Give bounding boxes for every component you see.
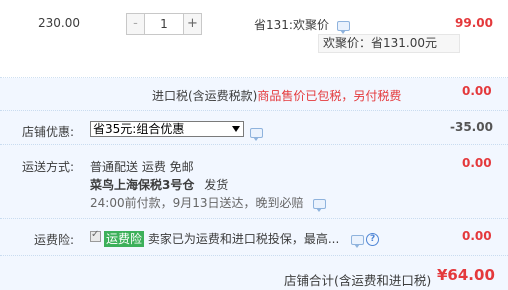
insurance-text: 卖家已为运费和进口税投保，最高...: [147, 232, 340, 246]
unit-price: 230.00: [38, 16, 80, 30]
saving-label: 省131:欢聚价: [254, 16, 350, 34]
warehouse-name: 菜鸟上海保税3号仓: [90, 178, 195, 192]
insurance-badge: 运费险: [104, 231, 145, 247]
chat-icon[interactable]: [336, 20, 350, 34]
promo-selected: 省35元:组合优惠: [93, 122, 185, 136]
chevron-down-icon: [232, 126, 240, 132]
promo-select[interactable]: 省35元:组合优惠: [90, 121, 244, 137]
chat-icon[interactable]: [250, 127, 263, 141]
item-subtotal: 99.00: [455, 16, 493, 30]
saving-text: 省131:欢聚价: [254, 18, 329, 32]
shipping-amount: 0.00: [462, 156, 492, 170]
help-icon[interactable]: ?: [366, 233, 380, 246]
promo-label: 店铺优惠:: [22, 125, 75, 139]
increase-button[interactable]: +: [183, 14, 201, 34]
tax-info: 进口税(含运费税款)商品售价已包税，另付税费: [152, 87, 401, 104]
total-amount: ¥64.00: [437, 266, 495, 284]
quantity-stepper[interactable]: - 1 +: [126, 13, 202, 35]
total-row: [0, 256, 508, 290]
promo-amount: -35.00: [450, 120, 493, 134]
shipping-origin: 菜鸟上海保税3号仓 发货: [90, 176, 228, 193]
tax-label: 进口税(含运费税款): [152, 89, 258, 103]
insurance-label: 运费险:: [34, 233, 75, 247]
decrease-button[interactable]: -: [127, 14, 145, 34]
tax-note: 商品售价已包税，另付税费: [257, 89, 402, 103]
shipping-eta: 24:00前付款，9月13日送达，晚到必赔: [90, 194, 327, 212]
insurance-info: 运费险 卖家已为运费和进口税投保，最高... ?: [104, 230, 380, 248]
chat-icon[interactable]: [313, 198, 327, 212]
insurance-checkbox[interactable]: [90, 229, 101, 242]
insurance-amount: 0.00: [462, 229, 492, 243]
tax-amount: 0.00: [462, 84, 492, 98]
dispatch-text: 发货: [204, 178, 229, 192]
shipping-label: 运送方式:: [22, 160, 75, 174]
chat-icon[interactable]: [351, 234, 365, 248]
price-tooltip: 欢聚价：省131.00元: [318, 34, 460, 53]
quantity-input[interactable]: 1: [145, 14, 183, 34]
total-label: 店铺合计(含运费和进口税): [284, 273, 432, 288]
shipping-method: 普通配送 运费 免邮: [90, 160, 194, 174]
eta-text: 24:00前付款，9月13日送达，晚到必赔: [90, 196, 304, 210]
